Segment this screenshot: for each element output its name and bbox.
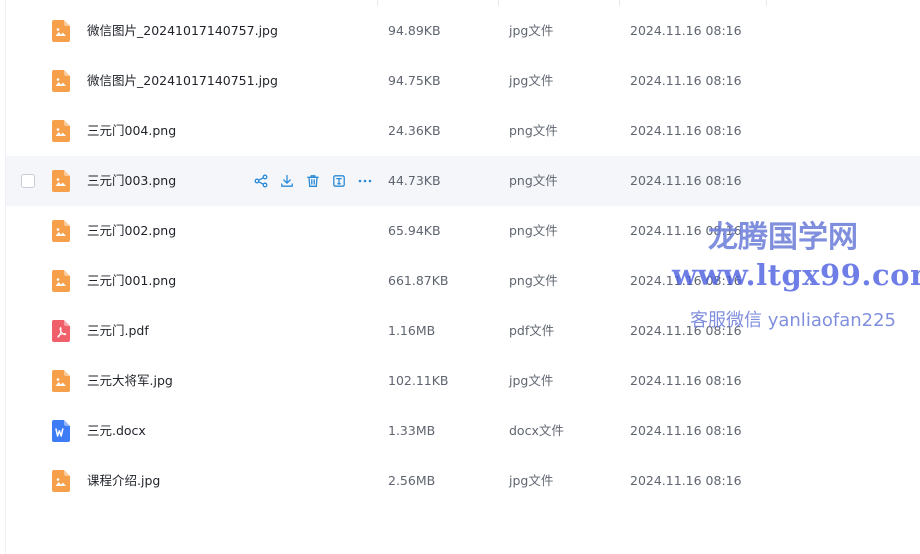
file-size: 102.11KB	[388, 373, 449, 388]
delete-icon[interactable]	[304, 172, 322, 190]
file-row[interactable]: 三元门.pdf 1.16MB pdf文件 2024.11.16 08:16	[6, 306, 920, 356]
file-type: jpg文件	[509, 73, 554, 88]
file-size: 65.94KB	[388, 223, 441, 238]
file-size: 1.33MB	[388, 423, 436, 438]
file-row[interactable]: 三元.docx 1.33MB docx文件 2024.11.16 08:16	[6, 406, 920, 456]
file-size: 94.89KB	[388, 23, 441, 38]
file-size: 24.36KB	[388, 123, 441, 138]
file-size: 1.16MB	[388, 323, 436, 338]
row-checkbox[interactable]	[21, 174, 35, 188]
row-actions	[252, 172, 374, 190]
image-file-icon	[52, 270, 70, 292]
file-row[interactable]: 微信图片_20241017140757.jpg 94.89KB jpg文件 2024.…	[6, 6, 920, 56]
file-type: jpg文件	[509, 373, 554, 388]
file-date: 2024.11.16 08:16	[630, 123, 742, 138]
file-date: 2024.11.16 08:16	[630, 323, 742, 338]
pdf-file-icon	[52, 320, 70, 342]
file-name[interactable]: 三元门003.png	[87, 156, 176, 206]
file-type: docx文件	[509, 423, 564, 438]
image-file-icon	[52, 470, 70, 492]
file-type: jpg文件	[509, 23, 554, 38]
rename-icon[interactable]	[330, 172, 348, 190]
more-icon[interactable]	[356, 172, 374, 190]
file-size: 661.87KB	[388, 273, 449, 288]
file-size: 44.73KB	[388, 173, 441, 188]
file-size: 94.75KB	[388, 73, 441, 88]
file-date: 2024.11.16 08:16	[630, 23, 742, 38]
download-icon[interactable]	[278, 172, 296, 190]
file-type: png文件	[509, 223, 558, 238]
file-name[interactable]: 课程介绍.jpg	[87, 456, 160, 506]
file-row[interactable]: 三元门004.png 24.36KB png文件 2024.11.16 08:16	[6, 106, 920, 156]
word-file-icon	[52, 420, 70, 442]
image-file-icon	[52, 370, 70, 392]
file-row[interactable]: 课程介绍.jpg 2.56MB jpg文件 2024.11.16 08:16	[6, 456, 920, 506]
file-date: 2024.11.16 08:16	[630, 73, 742, 88]
file-date: 2024.11.16 08:16	[630, 473, 742, 488]
file-date: 2024.11.16 08:16	[630, 173, 742, 188]
file-type: png文件	[509, 123, 558, 138]
file-list: 微信图片_20241017140757.jpg 94.89KB jpg文件 2024.…	[6, 6, 920, 506]
file-name[interactable]: 三元.docx	[87, 406, 146, 456]
file-type: pdf文件	[509, 323, 555, 338]
image-file-icon	[52, 20, 70, 42]
file-type: jpg文件	[509, 473, 554, 488]
file-name[interactable]: 微信图片_20241017140751.jpg	[87, 56, 278, 106]
file-date: 2024.11.16 08:16	[630, 373, 742, 388]
image-file-icon	[52, 220, 70, 242]
file-type: png文件	[509, 273, 558, 288]
image-file-icon	[52, 170, 70, 192]
file-name[interactable]: 三元门.pdf	[87, 306, 149, 356]
file-name[interactable]: 三元门002.png	[87, 206, 176, 256]
file-row[interactable]: 三元门002.png 65.94KB png文件 2024.11.16 08:16	[6, 206, 920, 256]
file-row[interactable]: 微信图片_20241017140751.jpg 94.75KB jpg文件 2024.…	[6, 56, 920, 106]
file-date: 2024.11.16 08:16	[630, 273, 742, 288]
file-type: png文件	[509, 173, 558, 188]
file-name[interactable]: 三元门001.png	[87, 256, 176, 306]
file-name[interactable]: 三元大将军.jpg	[87, 356, 173, 406]
file-name[interactable]: 微信图片_20241017140757.jpg	[87, 6, 278, 56]
image-file-icon	[52, 70, 70, 92]
file-row[interactable]: 三元大将军.jpg 102.11KB jpg文件 2024.11.16 08:16	[6, 356, 920, 406]
share-icon[interactable]	[252, 172, 270, 190]
file-date: 2024.11.16 08:16	[630, 223, 742, 238]
file-row[interactable]: 三元门003.png 44.73KB png文件 2024.11.16 08:16	[6, 156, 920, 206]
file-date: 2024.11.16 08:16	[630, 423, 742, 438]
file-name[interactable]: 三元门004.png	[87, 106, 176, 156]
file-row[interactable]: 三元门001.png 661.87KB png文件 2024.11.16 08:16	[6, 256, 920, 306]
file-size: 2.56MB	[388, 473, 436, 488]
image-file-icon	[52, 120, 70, 142]
